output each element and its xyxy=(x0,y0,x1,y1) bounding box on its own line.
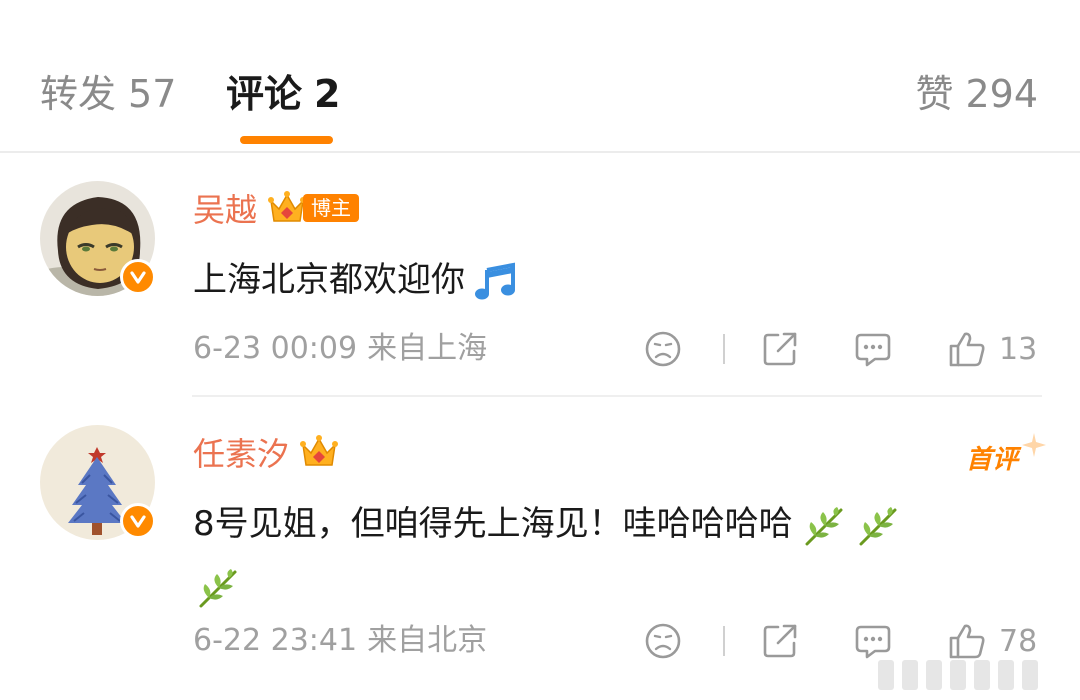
comment-item: 吴越 博主 上海北京都欢迎你 6-23 00:09 来自上海 13 xyxy=(0,153,1080,397)
tab-comment-label: 评论 xyxy=(226,72,303,116)
comment-location: 来自北京 xyxy=(367,623,488,658)
comment-meta: 6-23 00:09 来自上海 13 xyxy=(193,327,1040,371)
verified-badge-icon xyxy=(120,503,156,539)
dislike-button[interactable] xyxy=(643,327,683,371)
sparkle-icon xyxy=(1022,433,1046,457)
user-row: 任素汐 xyxy=(193,430,339,474)
username[interactable]: 吴越 xyxy=(193,185,257,231)
comment-body: 8号见姐，但咱得先上海见！哇哈哈哈哈 xyxy=(193,504,793,544)
tab-repost-label: 转发 xyxy=(40,72,117,116)
frown-face-icon xyxy=(645,623,681,659)
first-comment-label: 首评 xyxy=(966,445,1019,475)
tab-repost-count: 57 xyxy=(128,72,177,116)
crown-icon xyxy=(267,189,307,227)
author-badge: 博主 xyxy=(303,194,360,222)
action-separator xyxy=(723,626,725,656)
action-separator xyxy=(723,334,725,364)
share-button[interactable] xyxy=(760,619,800,663)
comment-tabs: 转发 57 评论 2 赞 294 xyxy=(0,0,1080,153)
leaf-branch-icon xyxy=(855,504,901,548)
active-tab-indicator xyxy=(240,136,333,144)
tab-like-count: 294 xyxy=(965,72,1038,116)
comment-location: 来自上海 xyxy=(367,331,488,366)
comment-bubble-icon xyxy=(855,333,891,367)
comment-time: 6-22 23:41 xyxy=(193,623,358,658)
like-button[interactable]: 13 xyxy=(947,327,1037,371)
tab-repost[interactable]: 转发 57 xyxy=(40,70,176,118)
music-note-icon xyxy=(473,262,519,302)
tab-comment-count: 2 xyxy=(314,72,341,116)
comment-time: 6-23 00:09 xyxy=(193,331,358,366)
share-button[interactable] xyxy=(760,327,800,371)
tab-like[interactable]: 赞 294 xyxy=(915,70,1038,118)
comment-body: 上海北京都欢迎你 xyxy=(193,260,465,300)
tab-comment[interactable]: 评论 2 xyxy=(226,70,340,118)
comment-text: 8号见姐，但咱得先上海见！哇哈哈哈哈 xyxy=(193,493,1043,617)
like-count: 13 xyxy=(999,331,1038,367)
share-icon xyxy=(763,624,797,658)
dislike-button[interactable] xyxy=(643,619,683,663)
crown-icon xyxy=(299,433,339,471)
watermark xyxy=(878,652,1048,696)
frown-face-icon xyxy=(645,331,681,367)
leaf-branch-icon xyxy=(195,566,241,610)
reply-button[interactable] xyxy=(853,327,893,371)
user-row: 吴越 博主 xyxy=(193,185,360,231)
verified-badge-icon xyxy=(120,259,156,295)
comment-text: 上海北京都欢迎你 xyxy=(193,249,1043,311)
thumbs-up-icon xyxy=(949,332,985,367)
username[interactable]: 任素汐 xyxy=(193,429,289,475)
leaf-branch-icon xyxy=(801,504,847,548)
share-icon xyxy=(763,332,797,366)
comment-item: 任素汐 首评 8号见姐，但咱得先上海见！哇哈哈哈哈 6-22 23:41 来自北… xyxy=(0,397,1080,700)
tab-like-label: 赞 xyxy=(915,72,954,116)
first-comment-badge: 首评 xyxy=(960,433,1046,475)
